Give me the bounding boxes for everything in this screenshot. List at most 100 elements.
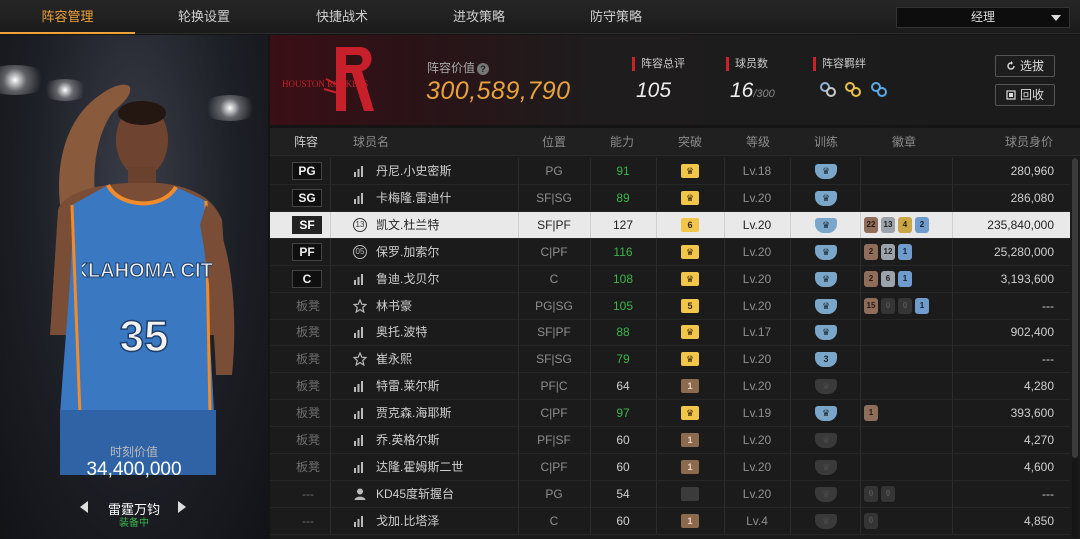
- table-row[interactable]: --- KD45度斩握台 PG 54 Lv.20 ♛ 0 0 ---: [270, 480, 1070, 508]
- breakthrough-crown-icon[interactable]: 6: [681, 217, 699, 232]
- table-row[interactable]: PG 丹尼.小史密斯 PG 91 ♛ Lv.18 ♛ 280,960: [270, 158, 1070, 185]
- lineup-slot-text[interactable]: 板凳: [292, 319, 324, 345]
- gold-bond-icon[interactable]: [844, 81, 862, 99]
- player-name[interactable]: 林书豪: [376, 293, 412, 319]
- tab-defense[interactable]: 防守策略: [547, 0, 685, 34]
- table-row[interactable]: 板凳 乔.英格尔斯 PF|SF 60 1 Lv.20 ♛ 4,270: [270, 427, 1070, 454]
- training-shield-icon[interactable]: ♛: [815, 325, 837, 341]
- col-header-breakthrough[interactable]: 突破: [678, 128, 702, 156]
- player-name[interactable]: 特雷.莱尔斯: [376, 373, 439, 399]
- player-name[interactable]: 奥托.波特: [376, 319, 427, 345]
- table-row[interactable]: PF 05 保罗.加索尔 C|PF 116 ♛ Lv.20 ♛ 2 12 1 25,280,000: [270, 238, 1070, 266]
- badge-icon[interactable]: 12: [881, 243, 895, 260]
- badge-icon[interactable]: 0: [881, 485, 895, 502]
- lineup-slot-text[interactable]: ---: [292, 508, 324, 534]
- recycle-button[interactable]: 回收: [995, 84, 1055, 106]
- scout-button[interactable]: 选拔: [995, 55, 1055, 77]
- table-row[interactable]: 板凳 奥托.波特 SF|PF 88 ♛ Lv.17 ♛ 902,400: [270, 319, 1070, 347]
- tab-rotation[interactable]: 轮换设置: [135, 0, 273, 34]
- player-name[interactable]: 丹尼.小史密斯: [376, 158, 451, 184]
- badge-icon[interactable]: 1: [898, 270, 912, 287]
- training-shield-icon[interactable]: ♛: [815, 217, 837, 233]
- badge-icon[interactable]: 13: [881, 216, 895, 233]
- table-row[interactable]: 板凳 达隆.霍姆斯二世 C|PF 60 1 Lv.20 ♛ 4,600: [270, 453, 1070, 481]
- table-row[interactable]: SG 卡梅隆.雷迪什 SF|SG 89 ♛ Lv.20 ♛ 286,080: [270, 184, 1070, 212]
- table-row[interactable]: --- 戈加.比塔泽 C 60 1 Lv.4 ♛ 0 4,850: [270, 507, 1070, 535]
- badge-icon[interactable]: 0: [898, 297, 912, 314]
- player-name[interactable]: 崔永熙: [376, 346, 412, 372]
- lineup-slot-text[interactable]: 板凳: [292, 346, 324, 372]
- breakthrough-crown-icon[interactable]: ♛: [681, 190, 699, 205]
- badge-icon[interactable]: 2: [864, 270, 878, 287]
- breakthrough-crown-icon[interactable]: ♛: [681, 164, 699, 178]
- col-header-position[interactable]: 位置: [542, 128, 566, 156]
- tab-offense[interactable]: 进攻策略: [411, 0, 547, 34]
- tab-quick-tactics[interactable]: 快捷战术: [273, 0, 411, 34]
- table-scrollbar[interactable]: [1072, 158, 1078, 538]
- breakthrough-crown-icon[interactable]: 1: [681, 459, 699, 474]
- player-name[interactable]: 凯文.杜兰特: [376, 212, 439, 238]
- tab-lineup[interactable]: 阵容管理: [0, 0, 135, 34]
- col-header-level[interactable]: 等级: [746, 128, 770, 156]
- badge-icon[interactable]: 15: [864, 297, 878, 314]
- lineup-slot-badge[interactable]: SF: [292, 215, 322, 234]
- breakthrough-crown-icon[interactable]: 5: [681, 298, 699, 313]
- blue-bond-icon[interactable]: [870, 81, 888, 99]
- breakthrough-crown-icon[interactable]: 1: [681, 433, 699, 447]
- breakthrough-crown-icon[interactable]: 1: [681, 513, 699, 528]
- table-row[interactable]: SF 13 凯文.杜兰特 SF|PF 127 6 Lv.20 ♛ 22 13 4 2 235,840,0…: [270, 211, 1070, 239]
- breakthrough-crown-icon[interactable]: 1: [681, 379, 699, 394]
- training-shield-icon[interactable]: ♛: [815, 298, 837, 314]
- table-row[interactable]: C 鲁迪.戈贝尔 C 108 ♛ Lv.20 ♛ 2 6 1 3,193,600: [270, 265, 1070, 293]
- badge-icon[interactable]: 0: [881, 297, 895, 314]
- col-header-training[interactable]: 训练: [814, 128, 838, 156]
- training-shield-icon[interactable]: ♛: [815, 379, 837, 395]
- lineup-slot-badge[interactable]: PF: [292, 242, 322, 261]
- table-row[interactable]: 板凳 贾克森.海耶斯 C|PF 97 ♛ Lv.19 ♛ 1 393,600: [270, 400, 1070, 428]
- badge-icon[interactable]: 1: [864, 405, 878, 422]
- player-name[interactable]: 乔.英格尔斯: [376, 427, 439, 453]
- table-row[interactable]: 板凳 崔永熙 SF|SG 79 ♛ Lv.20 3 ---: [270, 346, 1070, 374]
- badge-icon[interactable]: 22: [864, 216, 878, 233]
- lineup-slot-text[interactable]: ---: [292, 481, 324, 507]
- badge-icon[interactable]: 1: [898, 243, 912, 260]
- lineup-slot-text[interactable]: 板凳: [292, 454, 324, 480]
- badge-icon[interactable]: 0: [864, 485, 878, 502]
- breakthrough-crown-icon[interactable]: ♛: [681, 271, 699, 286]
- breakthrough-crown-icon[interactable]: [681, 486, 699, 501]
- lineup-slot-text[interactable]: 板凳: [292, 400, 324, 426]
- lineup-slot-text[interactable]: 板凳: [292, 427, 324, 453]
- training-shield-icon[interactable]: ♛: [815, 406, 837, 422]
- badge-icon[interactable]: 2: [915, 216, 929, 233]
- breakthrough-crown-icon[interactable]: ♛: [681, 406, 699, 421]
- player-name[interactable]: KD45度斩握台: [376, 481, 454, 507]
- training-shield-icon[interactable]: ♛: [815, 433, 837, 448]
- player-name[interactable]: 保罗.加索尔: [376, 239, 439, 265]
- training-shield-icon[interactable]: ♛: [815, 190, 837, 206]
- lineup-slot-badge[interactable]: PG: [292, 162, 322, 180]
- player-name[interactable]: 鲁迪.戈贝尔: [376, 266, 439, 292]
- badge-icon[interactable]: 4: [898, 216, 912, 233]
- badge-icon[interactable]: 6: [881, 270, 895, 287]
- help-icon[interactable]: ?: [477, 63, 490, 75]
- training-shield-icon[interactable]: ♛: [815, 459, 837, 475]
- table-row[interactable]: 板凳 特雷.莱尔斯 PF|C 64 1 Lv.20 ♛ 4,280: [270, 373, 1070, 401]
- badge-icon[interactable]: 1: [915, 297, 929, 314]
- training-shield-icon[interactable]: ♛: [815, 244, 837, 260]
- training-shield-icon[interactable]: 3: [815, 352, 837, 368]
- player-name[interactable]: 戈加.比塔泽: [376, 508, 439, 534]
- training-shield-icon[interactable]: ♛: [815, 486, 837, 502]
- breakthrough-crown-icon[interactable]: ♛: [681, 352, 699, 367]
- player-name[interactable]: 达隆.霍姆斯二世: [376, 454, 463, 480]
- training-shield-icon[interactable]: ♛: [815, 271, 837, 287]
- col-header-lineup[interactable]: 阵容: [294, 128, 318, 156]
- col-header-ability[interactable]: 能力: [610, 128, 634, 156]
- player-name[interactable]: 卡梅隆.雷迪什: [376, 185, 451, 211]
- scrollbar-thumb[interactable]: [1072, 158, 1078, 458]
- table-row[interactable]: 板凳 林书豪 PG|SG 105 5 Lv.20 ♛ 15 0 0 1 ---: [270, 292, 1070, 320]
- badge-icon[interactable]: 0: [864, 512, 878, 529]
- breakthrough-crown-icon[interactable]: ♛: [681, 244, 699, 259]
- breakthrough-crown-icon[interactable]: ♛: [681, 325, 699, 340]
- col-header-badges[interactable]: 徽章: [892, 128, 916, 156]
- player-name[interactable]: 贾克森.海耶斯: [376, 400, 451, 426]
